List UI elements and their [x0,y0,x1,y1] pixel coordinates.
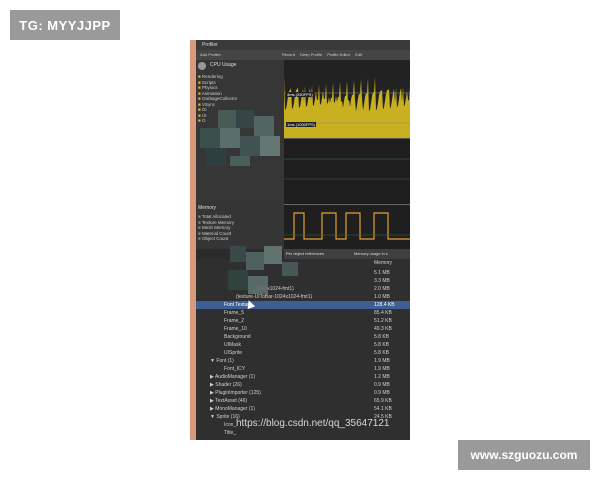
deep-profile-button[interactable]: Deep Profile [300,52,322,57]
tab-per-object-references[interactable]: Per object references [286,251,324,256]
profiler-tab[interactable]: Profiler [196,40,410,50]
memory-legend: Total Allocated Texture Memory Mesh Memo… [198,214,234,242]
row-name: ▼ Font (1) [210,358,234,364]
table-row[interactable]: ▶ MonoManager (1) 54.1 KB [196,405,410,413]
mosaic-block [248,276,268,294]
row-memory: 0.9 MB [374,390,390,396]
profiler-screenshot: Profiler Add Profiler Record Deep Profil… [190,40,410,440]
row-name: ▶ MonoManager (1) [210,406,255,412]
profiler-toolbar: Add Profiler Record Deep Profile Profile… [196,50,410,60]
table-row[interactable]: ▶ PluginImporter (125) 0.9 MB [196,389,410,397]
row-name: Background [224,334,251,340]
row-memory: 49.3 KB [374,326,392,332]
row-memory: 54.1 KB [374,406,392,412]
row-name: ▶ AudioManager (1) [210,374,255,380]
row-name: Frame_2 [224,318,245,324]
table-row[interactable]: ▶ AudioManager (1) 1.2 MB [196,373,410,381]
table-row[interactable]: Font_ICY 1.9 MB [196,365,410,373]
row-name: ▶ PluginImporter (125) [210,390,261,396]
row-memory: 1.9 MB [374,358,390,364]
row-memory: 1.9 MB [374,366,390,372]
mosaic-block [230,156,250,166]
row-name: ▶ TextAsset (46) [210,398,248,404]
row-memory: 1.0 MB [374,294,390,300]
table-row[interactable]: Frame_2 51.2 KB [196,317,410,325]
cpu-label-4ms: 4ms (250FPS) [286,92,314,97]
row-name: UIMask [224,342,241,348]
cpu-usage-area [284,76,410,138]
table-row[interactable]: UISprite 5.8 KB [196,349,410,357]
list-header: Memory [196,259,410,267]
mosaic-block [220,128,240,148]
row-name: Frame_10 [224,326,247,332]
mosaic-block [236,110,254,128]
mosaic-block [264,246,282,264]
row-memory: 65.9 KB [374,398,392,404]
table-row[interactable]: Background 5.8 KB [196,333,410,341]
row-name: ▶ Shader (26) [210,382,242,388]
watermark-tag-bottom: www.szguozu.com [458,440,590,470]
row-name: Frame_5 [224,310,245,316]
row-memory: 128.4 KB [374,302,395,308]
mosaic-block [246,252,264,270]
row-memory: 5.8 KB [374,350,390,356]
mosaic-block [228,270,248,290]
record-button[interactable]: Record [282,52,295,57]
tab-memory-usage[interactable]: Memory usage in s [354,251,388,256]
row-memory: 51.2 KB [374,318,392,324]
mosaic-block [218,110,236,128]
cpu-usage-title: CPU Usage [210,62,237,68]
mosaic-block [200,128,220,148]
memory-legend-item[interactable]: Mesh Memory [198,225,234,231]
profile-editor-button[interactable]: Profile Editor [327,52,350,57]
table-row[interactable]: Frame_5 85.4 KB [196,309,410,317]
row-name: UISprite [224,350,243,356]
row-memory: 5.1 MB [374,270,390,276]
row-memory: 5.8 KB [374,334,390,340]
memory-view-tabs: Per object references Memory usage in s [284,249,410,259]
row-name: Icon_ [224,422,237,428]
table-row[interactable]: (texture-UIToBar-1024x1024-fmt1) 1.0 MB [196,293,410,301]
row-memory: 3.3 MB [374,278,390,284]
table-row[interactable]: ▼ Font (1) 1.9 MB [196,357,410,365]
memory-graph[interactable] [284,204,410,250]
table-row[interactable]: Font Texture 128.4 KB [196,301,410,309]
add-profiler-button[interactable]: Add Profiler [200,52,221,57]
cpu-label-1ms: 1ms (1000FPS) [286,122,317,127]
csdn-watermark: https://blog.csdn.net/qq_35647121 [236,418,390,429]
rendering-graph-svg [284,158,410,180]
mosaic-block [260,136,280,156]
table-row[interactable]: Frame_10 49.3 KB [196,325,410,333]
row-memory: 2.0 MB [374,286,390,292]
mosaic-block [206,148,226,166]
memory-column-header[interactable]: Memory [374,259,392,267]
row-memory: 5.8 KB [374,342,390,348]
memory-title: Memory [198,205,217,211]
memory-graph-svg [284,212,410,240]
rendering-graph[interactable] [284,138,410,205]
cpu-legend-item[interactable]: GarbageCollector [198,96,237,102]
watermark-tag-top: TG: MYYJJPP [10,10,120,40]
profiler-tab-label: Profiler [202,42,218,48]
memory-legend-item[interactable]: Object Count [198,236,234,242]
edit-button[interactable]: Edit [355,52,362,57]
row-memory: 1.2 MB [374,374,390,380]
memory-legend-item[interactable]: Total Allocated [198,214,234,220]
mosaic-block [230,246,246,262]
mosaic-block [282,262,298,276]
memory-panel[interactable]: Memory Total Allocated Texture Memory Me… [196,204,284,249]
cpu-icon [198,62,206,70]
table-row[interactable]: ▶ TextAsset (46) 65.9 KB [196,397,410,405]
row-memory: 0.9 MB [374,382,390,388]
table-row[interactable]: Title_ [196,429,410,437]
table-row[interactable]: ▶ Shader (26) 0.9 MB [196,381,410,389]
row-name: Font_ICY [224,366,246,372]
row-memory: 85.4 KB [374,310,392,316]
mosaic-block [254,116,274,136]
mosaic-block [240,136,260,156]
table-row[interactable]: UIMask 5.8 KB [196,341,410,349]
row-name: Title_ [224,430,237,436]
